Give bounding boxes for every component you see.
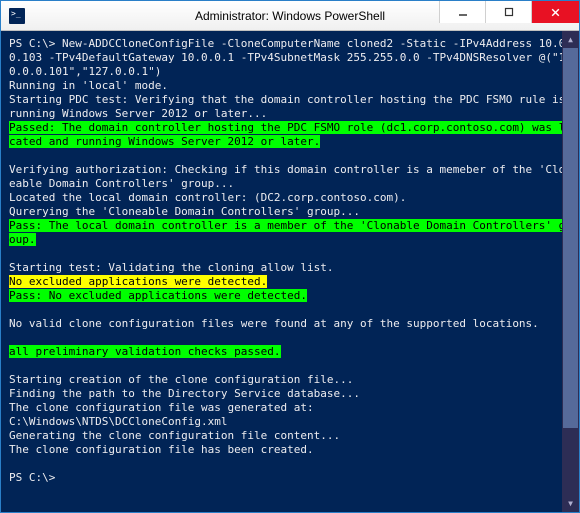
terminal-line: [9, 331, 577, 345]
terminal-line: No valid clone configuration files were …: [9, 317, 577, 331]
terminal-line: The clone configuration file was generat…: [9, 401, 577, 415]
terminal-line: [9, 303, 577, 317]
maximize-button[interactable]: [485, 1, 531, 23]
terminal-line: Starting test: Validating the cloning al…: [9, 261, 577, 275]
minimize-button[interactable]: [439, 1, 485, 23]
terminal-line: Located the local domain controller: (DC…: [9, 191, 577, 205]
terminal-line: C:\Windows\NTDS\DCCloneConfig.xml: [9, 415, 577, 429]
terminal-line: PS C:\>: [9, 471, 577, 485]
window-titlebar: Administrator: Windows PowerShell: [1, 1, 579, 31]
terminal-content[interactable]: PS C:\> New-ADDCCloneConfigFile -CloneCo…: [1, 31, 579, 512]
terminal-line: Starting PDC test: Verifying that the do…: [9, 93, 577, 121]
terminal-line: Pass: The local domain controller is a m…: [9, 219, 577, 247]
window-controls: [439, 1, 579, 30]
scroll-up-arrow[interactable]: ▲: [562, 31, 579, 48]
terminal-line: Running in 'local' mode.: [9, 79, 577, 93]
terminal-line: No excluded applications were detected.: [9, 275, 577, 289]
terminal-line: Pass: No excluded applications were dete…: [9, 289, 577, 303]
terminal-line: PS C:\> New-ADDCCloneConfigFile -CloneCo…: [9, 37, 577, 79]
powershell-icon: [9, 8, 25, 24]
scroll-down-arrow[interactable]: ▼: [562, 495, 579, 512]
vertical-scrollbar[interactable]: ▲ ▼: [562, 31, 579, 512]
terminal-line: [9, 247, 577, 261]
terminal-line: [9, 149, 577, 163]
terminal-line: Generating the clone configuration file …: [9, 429, 577, 443]
terminal-line: Qurerying the 'Cloneable Domain Controll…: [9, 205, 577, 219]
terminal-line: Verifying authorization: Checking if thi…: [9, 163, 577, 191]
terminal-line: all preliminary validation checks passed…: [9, 345, 577, 359]
close-button[interactable]: [531, 1, 579, 23]
terminal-line: [9, 457, 577, 471]
scrollbar-thumb[interactable]: [563, 48, 578, 428]
terminal-line: Passed: The domain controller hosting th…: [9, 121, 577, 149]
terminal-line: Finding the path to the Directory Servic…: [9, 387, 577, 401]
terminal-line: Starting creation of the clone configura…: [9, 373, 577, 387]
terminal-line: The clone configuration file has been cr…: [9, 443, 577, 457]
terminal-lines: PS C:\> New-ADDCCloneConfigFile -CloneCo…: [9, 37, 577, 485]
terminal-line: [9, 359, 577, 373]
